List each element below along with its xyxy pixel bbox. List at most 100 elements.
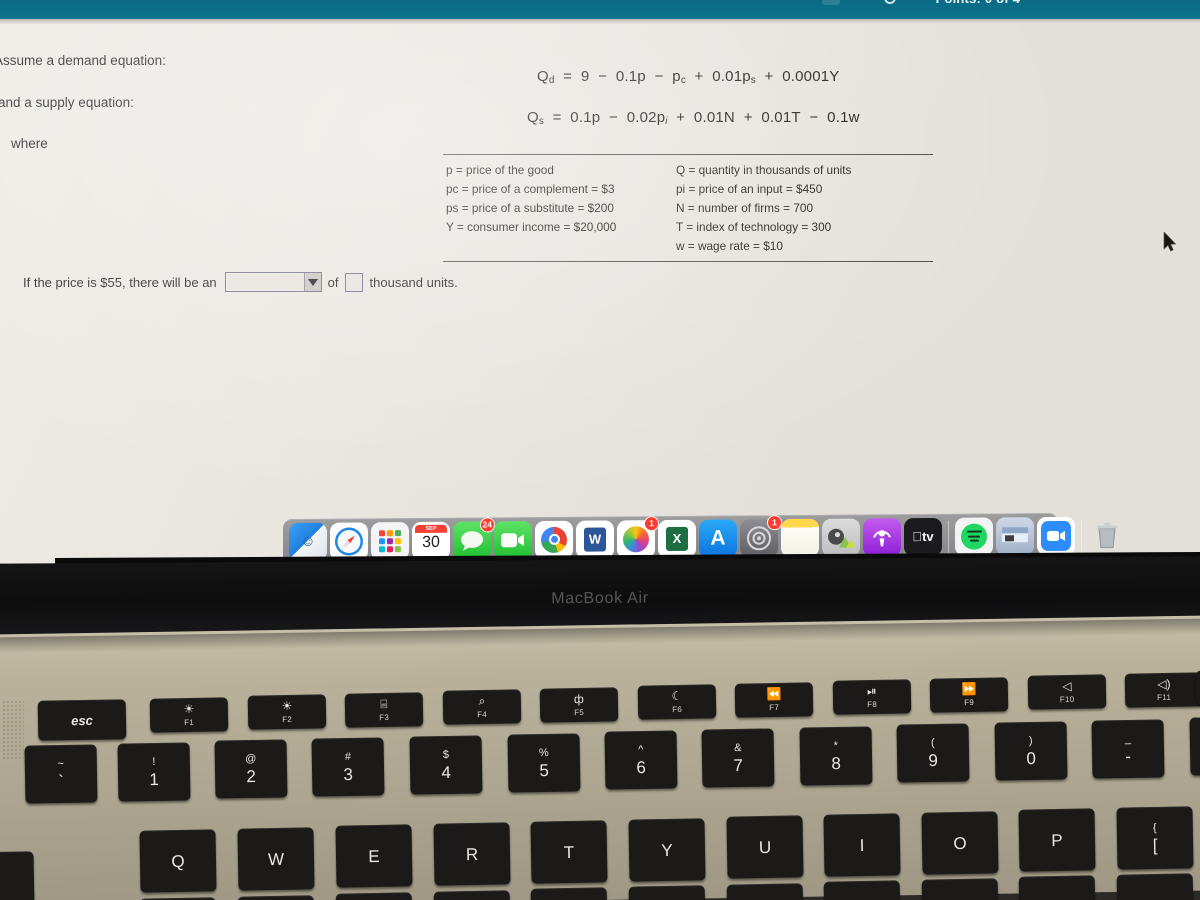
key-t[interactable]: T [530,820,608,884]
key-f10[interactable]: ◁ F10 [1027,674,1107,710]
key-upper-label: _ [1124,732,1131,745]
key-9[interactable]: (9 [896,723,970,783]
key-bottom-row-6[interactable] [726,883,804,900]
key-lower-label: 0 [1026,748,1037,768]
screenshot-icon [1002,526,1028,542]
key-upper-label: @ [245,752,257,765]
dock-item-photos[interactable]: 1 [617,515,659,558]
key-f9[interactable]: ⏩ F9 [929,677,1009,713]
key-bottom-row-10[interactable] [1116,873,1194,900]
keyboard[interactable]: esc ☀F1 ☀F2 ⌸F3 ⌕F4 фF5 ☾F6 ⏪F7 ⏯F8 ⏩F9 ◁F10 ◁)F11◁… [0,640,1200,900]
key-f1[interactable]: ☀ F1 [149,697,229,733]
key-label: F3 [379,712,390,723]
dock-item-podcasts[interactable] [863,517,901,556]
dock-item-safari[interactable] [330,521,368,567]
safari-compass-icon [335,527,363,556]
key-4[interactable]: $4 [409,735,483,795]
dock-item-notes[interactable] [781,518,819,557]
key-lower-label: P [1051,830,1063,850]
key-upper-label: $ [442,748,449,761]
dock-item-zoom[interactable] [1037,516,1075,561]
key-q[interactable]: Q [139,829,217,893]
key-lower-label: - [1125,746,1132,766]
key-r[interactable]: R [433,822,511,886]
laptop-screen: Points: 0 of 4 Assume a demand equation:… [0,0,1200,576]
toolbar-button-placeholder[interactable] [822,0,840,5]
key-lower-label: 8 [831,753,842,773]
definitions-right-column: Q = quantity in thousands of units pi = … [676,161,851,256]
dictation-mic-icon: ф [573,691,584,707]
key-f5[interactable]: ф F5 [539,687,619,723]
key-y[interactable]: Y [628,817,706,882]
key-esc[interactable]: esc [37,699,127,741]
key-bottom-row-2[interactable] [335,892,413,900]
key-bottom-row-7[interactable] [823,880,901,900]
key-bracket-left[interactable]: {[ [1116,806,1194,870]
key-lower-label: Y [661,839,673,860]
key-i[interactable]: I [823,813,901,877]
key-3[interactable]: #3 [311,737,385,797]
key-backtick[interactable]: ~ ` [24,744,98,804]
key-6[interactable]: ^ 6 [604,730,678,790]
key-lower-label: 5 [539,759,550,780]
key-lower-label: 2 [246,766,257,786]
key-8[interactable]: * 8 [799,725,873,786]
key-f7[interactable]: ⏪ F7 [734,682,814,718]
key-p[interactable]: P [1018,808,1096,872]
key-o[interactable]: O [921,810,999,875]
key-f11[interactable]: ◁) F11 [1124,672,1200,708]
brightness-up-icon: ☀ [281,698,293,714]
circle-icon [884,0,896,4]
dock-item-finder[interactable]: ☺ [289,522,327,567]
key--[interactable]: _ - [1091,719,1165,779]
key-f2[interactable]: ☀ F2 [247,694,327,730]
dock-item-system-preferences[interactable]: 1 [740,514,782,563]
dock-item-launchpad[interactable] [371,521,409,560]
dock-item-calendar[interactable]: SEP 30 [412,521,450,566]
dock-item-messages[interactable]: 24 [453,516,495,566]
key-bottom-row-1[interactable] [237,895,315,900]
key-7[interactable]: & 7 [701,728,775,788]
key-f4[interactable]: ⌕ F4 [442,689,522,725]
key-f6[interactable]: ☾ F6 [637,684,717,720]
key-lower-label: [ [1152,835,1158,855]
key-bottom-row-3[interactable] [433,890,511,900]
app-store-icon: A [710,526,726,550]
key-w[interactable]: W [237,827,315,891]
definition-Q: Q = quantity in thousands of units [676,163,852,177]
key-lower-label: I [859,835,865,855]
key-lower-label: R [465,844,479,864]
key-h-partial[interactable]: h [0,851,35,900]
key-5[interactable]: % 5 [507,732,581,793]
key-e[interactable]: E [335,824,413,889]
key-2[interactable]: @2 [214,739,288,800]
key-bottom-row-4[interactable] [530,887,608,900]
key-1[interactable]: ! 1 [117,742,191,802]
key-bottom-row-9[interactable] [1018,875,1096,900]
dock-item-app-store[interactable]: A [699,518,737,558]
key-f12[interactable]: ◁))F12 [1195,669,1200,705]
dock-item-trash[interactable] [1088,516,1126,554]
quantity-input[interactable] [344,272,363,292]
key-u[interactable]: U [726,815,804,879]
dock-item-preview[interactable] [822,518,860,557]
chevron-down-icon[interactable] [303,273,321,291]
key-bottom-row-5[interactable] [628,885,706,900]
dock-item-screenshot[interactable] [996,516,1034,561]
key-f8[interactable]: ⏯ F8 [832,679,912,715]
dock-item-excel[interactable]: X [658,519,696,564]
definition-pi: pi = price of an input = $450 [676,182,823,196]
dock-item-spotify[interactable] [955,516,993,562]
dock-item-chrome[interactable] [535,520,573,565]
dock-item-facetime[interactable] [494,520,532,559]
dock-item-apple-tv[interactable]: tv [904,517,942,556]
key-0[interactable]: ) 0 [994,721,1068,781]
dock-item-word[interactable]: W [576,519,614,565]
key-=[interactable]: += [1189,716,1200,777]
key-f3[interactable]: ⌸ F3 [344,692,424,728]
surplus-shortage-dropdown[interactable] [224,272,322,292]
question-page: Assume a demand equation: and a supply e… [0,24,1200,576]
key-bottom-row-8[interactable] [921,878,999,900]
dock-divider [948,520,949,553]
variable-definitions-table: p = price of the good pc = price of a co… [443,154,933,262]
